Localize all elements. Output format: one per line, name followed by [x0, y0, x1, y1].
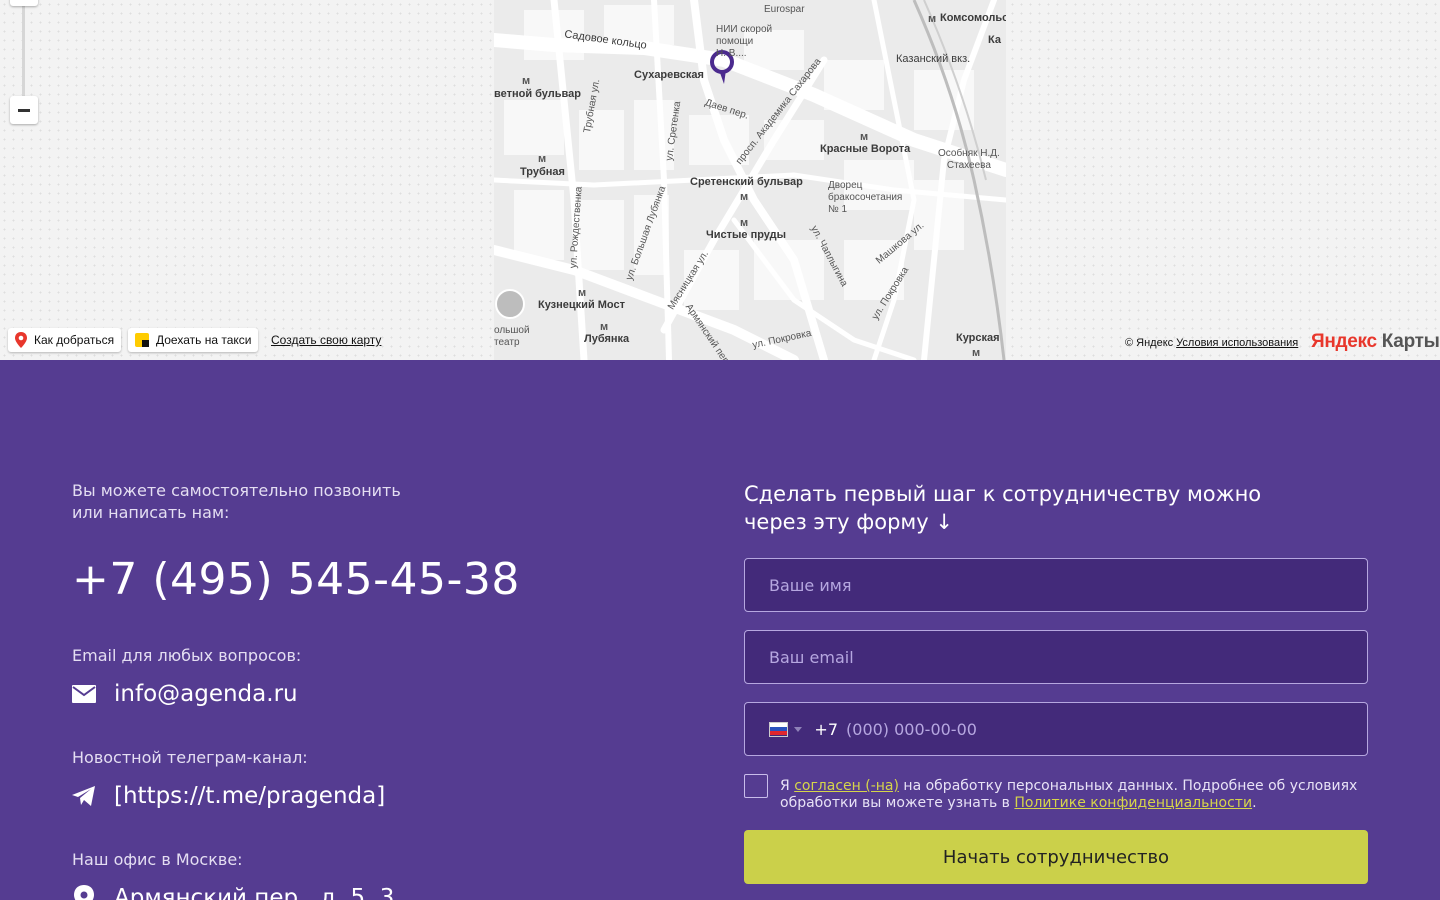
svg-text:м: м [928, 13, 936, 25]
map-label: Чистые пруды [706, 229, 787, 241]
map-label: НИИ скорой помощи Н. В.... [716, 24, 773, 59]
map-label: ольшой театр [494, 325, 530, 348]
location-icon [72, 885, 96, 900]
svg-text:м: м [972, 347, 980, 359]
map-label: Сретенский бульвар [690, 176, 803, 188]
logo-ya: Яндекс [1311, 331, 1377, 352]
zoom-slider[interactable] [22, 0, 25, 96]
name-field[interactable] [744, 558, 1368, 612]
map-label: Лубянка [584, 333, 630, 345]
svg-text:м: м [538, 153, 546, 165]
consent-checkbox[interactable] [744, 774, 768, 798]
consent-link[interactable]: согласен (-на) [794, 778, 899, 794]
copyright-text: © Яндекс [1125, 337, 1174, 349]
phone-code: +7 [814, 719, 839, 739]
cooperation-form: Сделать первый шаг к сотрудничеству можн… [744, 480, 1368, 884]
svg-text:м: м [740, 191, 748, 203]
contacts-section: Вы можете самостоятельно позвонить или н… [72, 480, 632, 900]
zoom-in-button[interactable] [10, 0, 38, 6]
svg-text:м: м [860, 131, 868, 143]
route-button[interactable]: Как добраться [8, 328, 122, 352]
address-text: Армянский пер., д. 5, 3 [114, 885, 395, 900]
consent-post: . [1252, 795, 1257, 811]
form-title: Сделать первый шаг к сотрудничеству можн… [744, 482, 1262, 534]
map-label: Особняк Н.Д. Стахеева [938, 148, 1000, 171]
name-input[interactable] [769, 575, 1367, 595]
map-copyright: © Яндекс Условия использования [1125, 337, 1298, 349]
submit-button[interactable]: Начать сотрудничество [744, 830, 1368, 884]
email-label: Email для любых вопросов: [72, 646, 302, 665]
taxi-icon [135, 333, 149, 347]
phone-link[interactable]: +7 (495) 545-45-38 [72, 554, 632, 605]
route-button-label: Как добраться [34, 333, 115, 347]
logo-rest: Карты [1376, 331, 1440, 352]
svg-text:м: м [522, 75, 530, 87]
taxi-button-label: Доехать на такси [156, 333, 252, 347]
svg-text:м: м [740, 217, 748, 229]
minus-icon [18, 108, 30, 112]
map-label: Дворец бракосочетания № 1 [828, 180, 903, 215]
phone-input[interactable] [846, 719, 1367, 739]
yandex-maps-logo[interactable]: Яндекс Карты [1311, 331, 1440, 353]
map-pin-icon [15, 332, 27, 348]
telegram-row[interactable]: [https://t.me/pragenda] [72, 783, 632, 809]
yandex-map[interactable]: м м м м м м м м м Eurospar Комсомольс Ка… [0, 0, 1440, 360]
map-label: Eurospar [764, 4, 805, 15]
map-label: Курская [956, 332, 1000, 344]
email-field[interactable] [744, 630, 1368, 684]
map-label: Сухаревская [634, 69, 704, 81]
call-text: Вы можете самостоятельно позвонить или н… [72, 481, 401, 522]
address-row[interactable]: Армянский пер., д. 5, 3 [72, 885, 632, 900]
svg-text:м: м [578, 287, 586, 299]
email-link[interactable]: info@agenda.ru [114, 681, 298, 707]
map-label: ветной бульвар [494, 88, 581, 100]
map-label: Красные Ворота [820, 143, 911, 155]
terms-link[interactable]: Условия использования [1176, 337, 1298, 349]
zoom-out-button[interactable] [10, 96, 38, 124]
consent-block: Я согласен (-на) на обработку персональн… [744, 774, 1368, 812]
create-map-link[interactable]: Создать свою карту [271, 333, 381, 347]
telegram-link[interactable]: [https://t.me/pragenda] [114, 783, 385, 809]
mail-icon [72, 682, 96, 706]
taxi-button[interactable]: Доехать на такси [128, 328, 259, 352]
map-label: Казанский вкз. [896, 53, 971, 65]
privacy-policy-link[interactable]: Политике конфиденциальности [1014, 795, 1252, 811]
telegram-label: Новостной телеграм-канал: [72, 748, 308, 767]
consent-text: Я согласен (-на) на обработку персональн… [780, 778, 1368, 812]
map-label: Комсомольс [940, 12, 1006, 24]
email-input[interactable] [769, 647, 1367, 667]
phone-field[interactable]: +7 [744, 702, 1368, 756]
map-label: Кузнецкий Мост [538, 299, 626, 311]
office-label: Наш офис в Москве: [72, 850, 243, 869]
email-row[interactable]: info@agenda.ru [72, 681, 632, 707]
telegram-icon [72, 784, 96, 808]
svg-text:м: м [600, 321, 608, 333]
map-label: Ка [988, 34, 1001, 46]
map-tile[interactable]: м м м м м м м м м Eurospar Комсомольс Ка… [494, 0, 1006, 360]
chevron-down-icon[interactable] [794, 726, 803, 732]
consent-pre: Я [780, 778, 795, 794]
russia-flag-icon[interactable] [769, 721, 789, 737]
map-label: Трубная [520, 166, 565, 178]
